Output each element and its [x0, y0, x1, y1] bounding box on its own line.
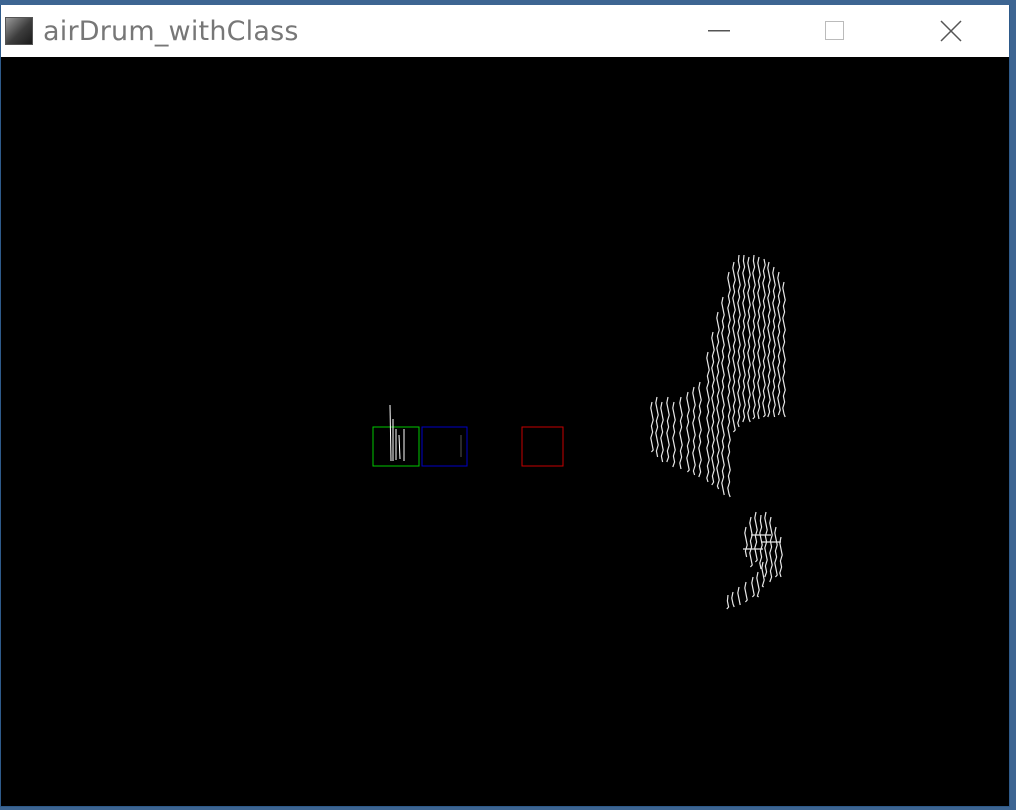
point-column — [731, 591, 735, 608]
point-column — [779, 536, 783, 578]
point-cloud-svg — [372, 254, 786, 610]
point-column — [726, 594, 730, 610]
point-column — [756, 571, 760, 598]
point-column — [727, 271, 731, 498]
point-column — [716, 311, 720, 490]
title-bar[interactable]: airDrum_withClass — [1, 5, 1009, 57]
point-column — [732, 261, 736, 433]
point-column — [751, 576, 755, 598]
person-point-cloud — [650, 254, 786, 610]
point-column — [744, 526, 748, 558]
point-column — [686, 391, 690, 473]
app-window: airDrum_withClass — [0, 5, 1010, 807]
point-column — [767, 261, 771, 418]
minimize-button[interactable] — [661, 5, 777, 57]
point-column — [655, 396, 659, 458]
point-column — [721, 296, 725, 496]
maximize-button[interactable] — [777, 5, 893, 57]
depth-view-canvas[interactable] — [1, 57, 1009, 806]
point-column — [660, 401, 664, 463]
point-column — [650, 401, 654, 453]
window-controls — [661, 5, 1009, 57]
close-icon — [940, 20, 962, 42]
point-column — [749, 516, 753, 568]
window-title: airDrum_withClass — [43, 15, 299, 47]
point-column — [711, 331, 715, 486]
drum-zone-middle — [421, 426, 468, 467]
drum-zone-right — [521, 426, 564, 467]
minimize-icon — [708, 30, 730, 32]
point-column — [692, 386, 696, 476]
point-column — [762, 258, 766, 418]
point-column — [761, 561, 765, 588]
point-column — [742, 254, 746, 423]
point-column — [698, 381, 702, 478]
point-column — [754, 511, 758, 563]
point-column — [737, 586, 741, 606]
point-column — [672, 401, 676, 468]
close-button[interactable] — [893, 5, 1009, 57]
point-column — [777, 271, 781, 416]
hand-point-cloud — [389, 404, 462, 462]
point-column — [752, 254, 756, 420]
point-column — [769, 516, 773, 583]
point-column — [757, 256, 761, 420]
point-column — [774, 526, 778, 578]
point-column — [666, 396, 670, 463]
point-column — [747, 256, 751, 423]
point-column — [772, 266, 776, 418]
point-column — [782, 281, 786, 418]
point-column — [744, 581, 748, 603]
point-column — [679, 396, 683, 470]
maximize-icon — [825, 21, 844, 40]
app-icon — [5, 17, 33, 45]
point-column — [764, 511, 768, 578]
point-column — [737, 254, 741, 428]
point-column — [706, 351, 710, 483]
